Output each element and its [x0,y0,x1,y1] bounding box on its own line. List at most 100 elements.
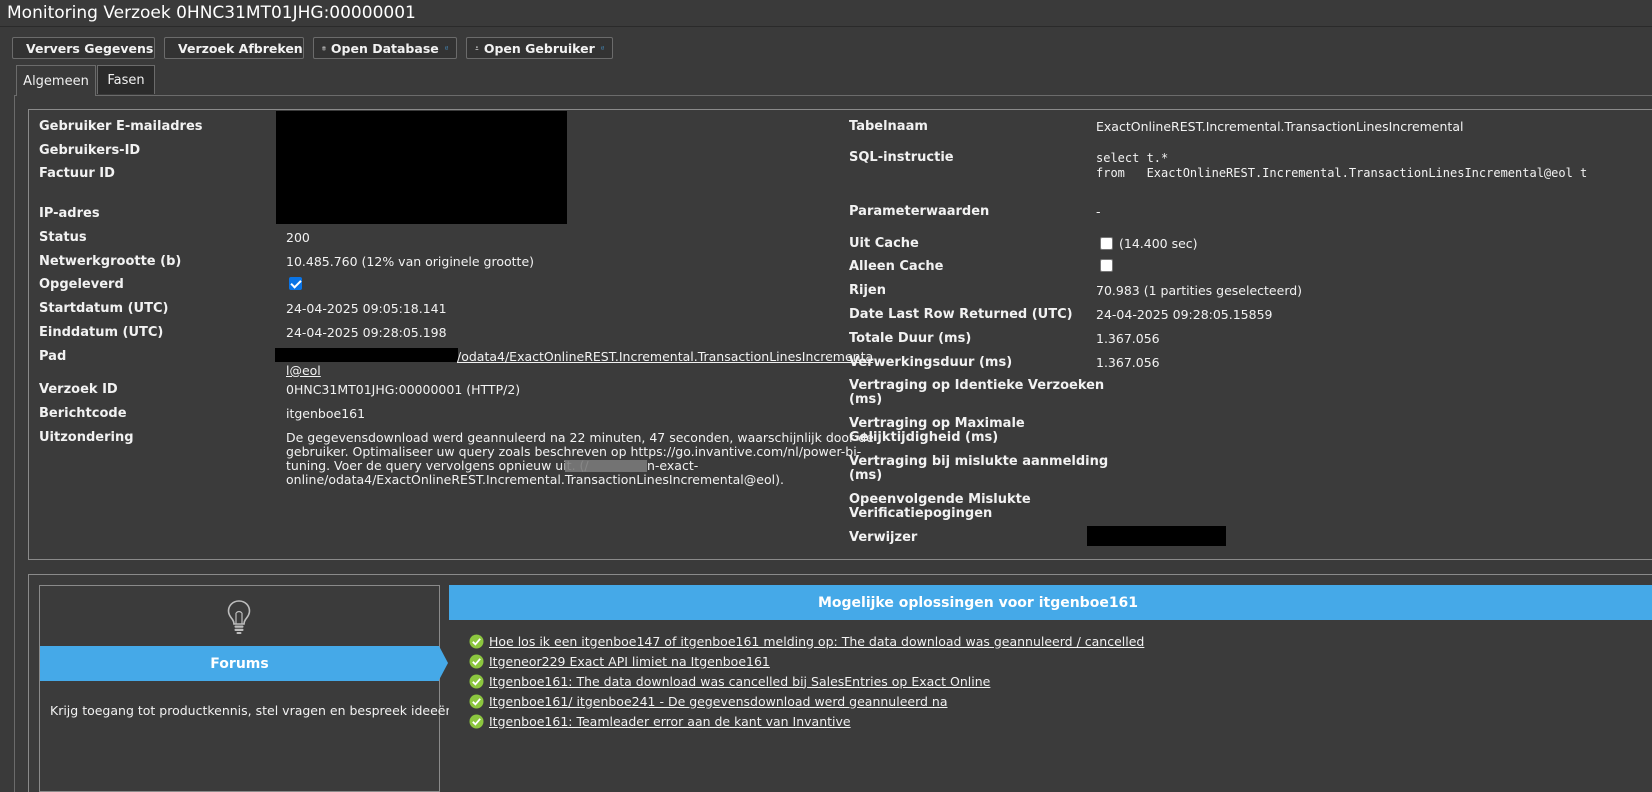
check-circle-icon [469,674,484,688]
redacted-exception-path [565,460,647,472]
solution-item: Hoe los ik een itgenboe147 of itgenboe16… [469,633,1144,649]
forum-banner-arrow [439,646,448,680]
last-row-date-value: 24-04-2025 09:28:05.15859 [1096,307,1273,322]
end-date-value: 24-04-2025 09:28:05.198 [286,325,447,340]
message-code-value: itgenboe161 [286,406,366,421]
parameter-values-value: - [1096,204,1101,219]
exception-text-line-3: tuning. Voer de query vervolgens opnieuw… [286,458,589,473]
refresh-data-label: Ververs Gegevens [26,40,154,56]
last-row-date-label: Date Last Row Returned (UTC) [849,307,1073,322]
delay-parallel-label-2: Gelijktijdigheid (ms) [849,430,999,445]
check-circle-icon [469,654,484,668]
cache-only-label: Alleen Cache [849,259,944,274]
refresh-data-button[interactable]: Ververs Gegevens [12,37,155,59]
request-id-label: Verzoek ID [39,382,118,397]
forum-description: Krijg toegang tot productkennis, stel vr… [50,703,458,718]
open-database-label: Open Database [330,40,439,56]
request-id-value: 0HNC31MT01JHG:00000001 (HTTP/2) [286,382,521,397]
parameter-values-label: Parameterwaarden [849,204,990,219]
sql-line-2: from ExactOnlineREST.Incremental.Transac… [1096,166,1588,180]
solution-link[interactable]: Itgenboe161: Teamleader error aan de kan… [489,714,851,729]
redacted-referrer [1087,526,1226,546]
table-name-value: ExactOnlineREST.Incremental.TransactionL… [1096,119,1464,134]
status-label: Status [39,230,87,245]
path-link-continued[interactable]: l@eol [286,363,321,378]
abort-request-button[interactable]: Verzoek Afbreken [164,37,304,59]
start-date-value: 24-04-2025 09:05:18.141 [286,301,447,316]
network-size-label: Netwerkgrootte (b) [39,254,182,269]
forum-banner[interactable]: Forums [40,646,439,681]
open-database-button[interactable]: Open Database [313,37,457,59]
exception-text-line-4: online/odata4/ExactOnlineREST.Incrementa… [286,472,784,487]
from-cache-value: (14.400 sec) [1119,236,1198,251]
abort-request-label: Verzoek Afbreken [178,40,303,56]
lightbulb-icon [227,600,251,634]
solution-link[interactable]: Itgeneor229 Exact API limiet na Itgenboe… [489,654,770,669]
table-name-label: Tabelnaam [849,119,928,134]
exception-text-line-3b: n-exact- [647,458,699,473]
solutions-header: Mogelijke oplossingen voor itgenboe161 [449,585,1652,620]
from-cache-checkbox[interactable] [1100,237,1113,250]
solution-link[interactable]: Hoe los ik een itgenboe147 of itgenboe16… [489,634,1144,649]
solution-item: Itgenboe161/ itgenboe241 - De gegevensdo… [469,693,948,709]
total-duration-value: 1.367.056 [1096,331,1160,346]
referrer-label: Verwijzer [849,530,918,545]
message-code-label: Berichtcode [39,406,127,421]
check-circle-icon [469,634,484,648]
ip-address-label: IP-adres [39,206,100,221]
external-link-icon [445,46,448,50]
solution-link[interactable]: Itgenboe161: The data download was cance… [489,674,990,689]
status-value: 200 [286,230,310,245]
invoice-id-label: Factuur ID [39,166,115,181]
email-label: Gebruiker E-mailadres [39,119,203,134]
exception-label: Uitzondering [39,430,134,445]
database-icon [322,46,326,50]
tab-general[interactable]: Algemeen [16,65,96,96]
processing-duration-value: 1.367.056 [1096,355,1160,370]
solution-item: Itgenboe161: Teamleader error aan de kan… [469,713,851,729]
from-cache-label: Uit Cache [849,236,919,251]
sql-line-1: select t.* [1096,151,1169,165]
external-link-icon [601,46,604,50]
path-label: Pad [39,349,67,364]
user-icon [475,46,479,50]
tab-general-label: Algemeen [23,73,89,89]
open-user-label: Open Gebruiker [483,40,595,56]
delay-failed-label-1: Vertraging bij mislukte aanmelding [849,454,1109,469]
exception-text-line-2: gebruiker. Optimaliseer uw query zoals b… [286,444,862,459]
start-date-label: Startdatum (UTC) [39,301,169,316]
open-user-button[interactable]: Open Gebruiker [466,37,613,59]
delay-failed-label-2: (ms) [849,468,883,483]
end-date-label: Einddatum (UTC) [39,325,164,340]
path-link[interactable]: /odata4/ExactOnlineREST.Incremental.Tran… [457,349,873,364]
delay-identical-label-1: Vertraging op Identieke Verzoeken [849,378,1105,393]
solution-item: Itgeneor229 Exact API limiet na Itgenboe… [469,653,770,669]
window-title: Monitoring Verzoek 0HNC31MT01JHG:0000000… [7,3,416,23]
cache-only-checkbox[interactable] [1100,259,1113,272]
delivered-label: Opgeleverd [39,277,124,292]
failed-attempts-label-1: Opeenvolgende Mislukte [849,492,1031,507]
failed-attempts-label-2: Verificatiepogingen [849,506,993,521]
title-bar: Monitoring Verzoek 0HNC31MT01JHG:0000000… [0,0,1652,27]
total-duration-label: Totale Duur (ms) [849,331,972,346]
delivered-checkbox[interactable] [289,277,302,290]
delay-identical-label-2: (ms) [849,392,883,407]
solutions-title: Mogelijke oplossingen voor itgenboe161 [817,594,1139,611]
exception-text-line-1: De gegevensdownload werd geannuleerd na … [286,430,874,445]
check-circle-icon [469,694,484,708]
sql-statement-label: SQL-instructie [849,150,954,165]
check-circle-icon [469,714,484,728]
rows-value: 70.983 (1 partities geselecteerd) [1096,283,1303,298]
rows-label: Rijen [849,283,886,298]
redacted-path-prefix [275,348,458,362]
delay-parallel-label-1: Vertraging op Maximale [849,416,1025,431]
tab-phases[interactable]: Fasen [97,65,155,94]
network-size-value: 10.485.760 (12% van originele grootte) [286,254,535,269]
solution-item: Itgenboe161: The data download was cance… [469,673,990,689]
user-id-label: Gebruikers-ID [39,143,141,158]
tab-phases-label: Fasen [107,72,145,88]
processing-duration-label: Verwerkingsduur (ms) [849,355,1013,370]
forum-title: Forums [210,655,269,672]
redacted-user-info [276,111,567,224]
solution-link[interactable]: Itgenboe161/ itgenboe241 - De gegevensdo… [489,694,948,709]
